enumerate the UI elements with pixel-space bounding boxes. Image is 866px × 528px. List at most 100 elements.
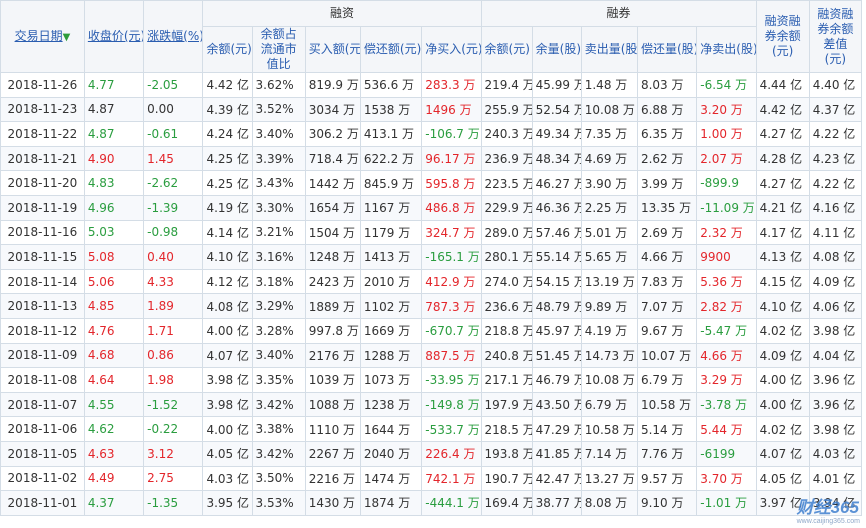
table-row: 2018-11-07 4.55 -1.52 3.98 亿 3.42% 1088 万 1238… <box>0 391 863 418</box>
cell-date: 2018-11-22 <box>0 121 85 147</box>
cell-date: 2018-11-14 <box>0 268 85 295</box>
cell-sec-net-sell: 2.07 万 <box>696 145 757 172</box>
cell-date: 2018-11-01 <box>0 490 85 516</box>
cell-fin-net-buy: -106.7 万 <box>421 121 482 147</box>
cell-close: 5.08 <box>83 244 145 270</box>
cell-sec-net-sell: 5.36 万 <box>696 268 757 295</box>
cell-sec-repay: 2.69 万 <box>636 219 698 246</box>
header-sec-net-sell[interactable]: 净卖出(股) <box>696 26 757 73</box>
cell-sec-net-sell: -6199 <box>696 440 757 467</box>
cell-fin-repay: 1167 万 <box>359 194 423 221</box>
cell-fin-sec-diff: 4.09 亿 <box>808 268 863 295</box>
cell-fin-repay: 1238 万 <box>359 391 423 418</box>
header-fin-buy[interactable]: 买入额(元) <box>304 26 361 73</box>
cell-sec-volume: 45.99 万 <box>531 72 582 98</box>
cell-fin-buy: 2176 万 <box>304 342 361 369</box>
cell-fin-ratio: 3.53% <box>251 490 306 516</box>
header-change-pct[interactable]: 涨跌幅(%) <box>143 0 204 73</box>
cell-sec-volume: 54.15 万 <box>531 268 582 295</box>
cell-fin-ratio: 3.42% <box>251 391 306 418</box>
cell-sec-balance: 193.8 万 <box>480 440 533 467</box>
cell-close: 4.63 <box>83 440 145 467</box>
header-sec-volume[interactable]: 余量(股) <box>531 26 582 73</box>
cell-close: 4.87 <box>83 96 145 123</box>
cell-sec-balance: 217.1 万 <box>480 367 533 393</box>
cell-fin-sec-balance: 4.02 亿 <box>755 317 810 344</box>
cell-change: 0.40 <box>143 244 204 270</box>
cell-fin-sec-diff: 4.08 亿 <box>808 244 863 270</box>
cell-fin-net-buy: -165.1 万 <box>421 244 482 270</box>
cell-fin-sec-diff: 4.11 亿 <box>808 219 863 246</box>
cell-fin-buy: 1088 万 <box>304 391 361 418</box>
cell-sec-balance: 240.8 万 <box>480 342 533 369</box>
cell-sec-sell: 5.65 万 <box>580 244 638 270</box>
cell-date: 2018-11-05 <box>0 440 85 467</box>
cell-fin-sec-balance: 4.13 亿 <box>755 244 810 270</box>
header-sec-repay[interactable]: 偿还量(股) <box>636 26 698 73</box>
cell-sec-net-sell: 4.66 万 <box>696 342 757 369</box>
cell-fin-balance: 4.03 亿 <box>202 465 253 492</box>
header-close-price[interactable]: 收盘价(元) <box>83 0 145 73</box>
header-trade-date-label: 交易日期 <box>14 28 63 43</box>
cell-fin-net-buy: -149.8 万 <box>421 391 482 418</box>
header-fin-repay[interactable]: 偿还额(元) <box>359 26 423 73</box>
cell-sec-sell: 10.58 万 <box>580 416 638 442</box>
cell-fin-sec-balance: 4.05 亿 <box>755 465 810 492</box>
cell-sec-volume: 55.14 万 <box>531 244 582 270</box>
cell-fin-net-buy: 742.1 万 <box>421 465 482 492</box>
cell-fin-repay: 1288 万 <box>359 342 423 369</box>
cell-fin-sec-diff: 4.01 亿 <box>808 465 863 492</box>
cell-fin-net-buy: 887.5 万 <box>421 342 482 369</box>
cell-fin-buy: 1110 万 <box>304 416 361 442</box>
header-sec-sell[interactable]: 卖出量(股) <box>580 26 638 73</box>
cell-close: 4.87 <box>83 121 145 147</box>
cell-sec-balance: 218.5 万 <box>480 416 533 442</box>
header-fin-sec-balance[interactable]: 融资融券余额(元) <box>755 0 810 73</box>
cell-fin-balance: 4.14 亿 <box>202 219 253 246</box>
cell-fin-ratio: 3.35% <box>251 367 306 393</box>
cell-sec-sell: 13.19 万 <box>580 268 638 295</box>
cell-fin-ratio: 3.30% <box>251 194 306 221</box>
cell-fin-repay: 1644 万 <box>359 416 423 442</box>
cell-fin-ratio: 3.38% <box>251 416 306 442</box>
header-fin-balance-ratio[interactable]: 余额占流通市值比 <box>251 26 306 73</box>
cell-fin-net-buy: 283.3 万 <box>421 72 482 98</box>
cell-fin-ratio: 3.39% <box>251 145 306 172</box>
header-trade-date[interactable]: 交易日期▼ <box>0 0 85 73</box>
cell-close: 5.06 <box>83 268 145 295</box>
table-row: 2018-11-20 4.83 -2.62 4.25 亿 3.43% 1442 万 845.… <box>0 170 863 196</box>
cell-sec-balance: 236.6 万 <box>480 293 533 319</box>
cell-sec-repay: 6.79 万 <box>636 367 698 393</box>
cell-fin-sec-diff: 4.22 亿 <box>808 121 863 147</box>
cell-sec-volume: 48.79 万 <box>531 293 582 319</box>
table-row: 2018-11-12 4.76 1.71 4.00 亿 3.28% 997.8 万 1669… <box>0 317 863 344</box>
header-fin-net-buy[interactable]: 净买入(元) <box>421 26 482 73</box>
table-row: 2018-11-23 4.87 0.00 4.39 亿 3.52% 3034 万 1538 … <box>0 96 863 123</box>
cell-sec-sell: 13.27 万 <box>580 465 638 492</box>
header-sec-balance[interactable]: 余额(元) <box>480 26 533 73</box>
cell-fin-sec-balance: 4.07 亿 <box>755 440 810 467</box>
table-row: 2018-11-16 5.03 -0.98 4.14 亿 3.21% 1504 万 1179… <box>0 219 863 246</box>
cell-fin-repay: 1073 万 <box>359 367 423 393</box>
cell-sec-balance: 223.5 万 <box>480 170 533 196</box>
cell-close: 4.77 <box>83 72 145 98</box>
table-row: 2018-11-26 4.77 -2.05 4.42 亿 3.62% 819.9 万 536… <box>0 72 863 98</box>
table-row: 2018-11-13 4.85 1.89 4.08 亿 3.29% 1889 万 1102 … <box>0 293 863 319</box>
cell-fin-buy: 2267 万 <box>304 440 361 467</box>
cell-sec-sell: 1.48 万 <box>580 72 638 98</box>
cell-close: 4.96 <box>83 194 145 221</box>
cell-change: 1.45 <box>143 145 204 172</box>
table-row: 2018-11-14 5.06 4.33 4.12 亿 3.18% 2423 万 2010 … <box>0 268 863 295</box>
cell-fin-ratio: 3.52% <box>251 96 306 123</box>
cell-fin-ratio: 3.16% <box>251 244 306 270</box>
cell-sec-sell: 6.79 万 <box>580 391 638 418</box>
table-row: 2018-11-19 4.96 -1.39 4.19 亿 3.30% 1654 万 1167… <box>0 194 863 221</box>
cell-date: 2018-11-07 <box>0 391 85 418</box>
cell-sec-volume: 47.29 万 <box>531 416 582 442</box>
cell-sec-sell: 2.25 万 <box>580 194 638 221</box>
cell-fin-balance: 4.07 亿 <box>202 342 253 369</box>
cell-fin-net-buy: 486.8 万 <box>421 194 482 221</box>
header-fin-balance[interactable]: 余额(元) <box>202 26 253 73</box>
cell-close: 4.55 <box>83 391 145 418</box>
header-fin-sec-diff[interactable]: 融资融券余额差值(元) <box>808 0 863 73</box>
